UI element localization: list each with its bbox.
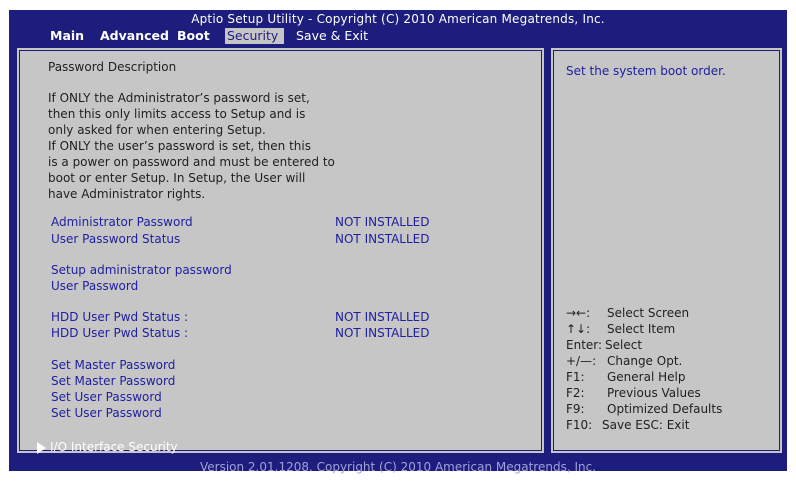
key-label: F10: [566,418,593,432]
help-panel-inner: Set the system boot order. →←: Select Sc… [553,50,780,451]
footer-version: Version 2.01.1208. Copyright (C) 2010 Am… [199,460,597,474]
key-desc: Optimized Defaults [607,402,723,416]
hdd-status-2-label: HDD User Pwd Status : [51,326,189,340]
description-line: If ONLY the user’s password is set, then… [48,139,311,153]
key-desc: Previous Values [607,386,701,400]
key-label: F9: [566,402,585,416]
key-desc: General Help [607,370,686,384]
key-label: F2: [566,386,585,400]
user-password-status-label: User Password Status [51,232,181,246]
key-desc: Select Item [607,322,676,336]
set-master-password-2-item[interactable]: Set Master Password [51,374,175,388]
description-line: is a power on password and must be enter… [48,155,335,169]
menu-security[interactable]: Security [225,28,285,44]
hdd-status-1-value: NOT INSTALLED [335,310,430,324]
settings-panel: Password Description If ONLY the Adminis… [15,46,546,455]
description-line: boot or enter Setup. In Setup, the User … [48,171,306,185]
user-password-status-value: NOT INSTALLED [335,232,430,246]
description-line: only asked for when entering Setup. [48,123,266,137]
key-desc: Change Opt. [607,354,683,368]
menu-save-exit[interactable]: Save & Exit [296,28,368,44]
settings-panel-inner: Password Description If ONLY the Adminis… [19,50,542,454]
menu-boot[interactable]: Boot [177,28,210,44]
description-line: then this only limits access to Setup an… [48,107,306,121]
key-desc: Save ESC: Exit [602,418,690,432]
key-desc: Select Screen [607,306,690,320]
key-label: F1: [566,370,585,384]
set-user-password-1-item[interactable]: Set User Password [51,390,162,404]
arrows-ud-icon: ↑↓: [566,322,591,336]
io-interface-security-item[interactable]: I/O Interface Security [50,440,178,454]
set-master-password-1-item[interactable]: Set Master Password [51,358,175,372]
bios-screen: Aptio Setup Utility - Copyright (C) 2010… [9,10,787,474]
set-user-password-2-item[interactable]: Set User Password [51,406,162,420]
key-desc: Select [605,338,643,352]
header-title: Aptio Setup Utility - Copyright (C) 2010… [191,12,605,26]
submenu-arrow-icon [37,442,46,454]
hdd-status-2-value: NOT INSTALLED [335,326,430,340]
description-body: If ONLY the Administrator’s password is … [48,90,335,202]
menu-advanced[interactable]: Advanced [100,28,169,44]
description-line: If ONLY the Administrator’s password is … [48,91,310,105]
description-line: have Administrator rights. [48,187,206,201]
hdd-status-1-label: HDD User Pwd Status : [51,310,189,324]
setup-admin-password-item[interactable]: Setup administrator password [51,263,232,277]
admin-password-value: NOT INSTALLED [335,215,430,229]
help-panel: Set the system boot order. →←: Select Sc… [549,46,784,455]
help-text: Set the system boot order. [566,64,726,78]
arrows-lr-icon: →←: [566,306,591,320]
user-password-item[interactable]: User Password [51,279,138,293]
menu-main[interactable]: Main [50,28,84,44]
description-title: Password Description [48,60,177,74]
key-label: +/—: [566,354,597,368]
admin-password-label: Administrator Password [51,215,193,229]
key-label: Enter: [566,338,603,352]
